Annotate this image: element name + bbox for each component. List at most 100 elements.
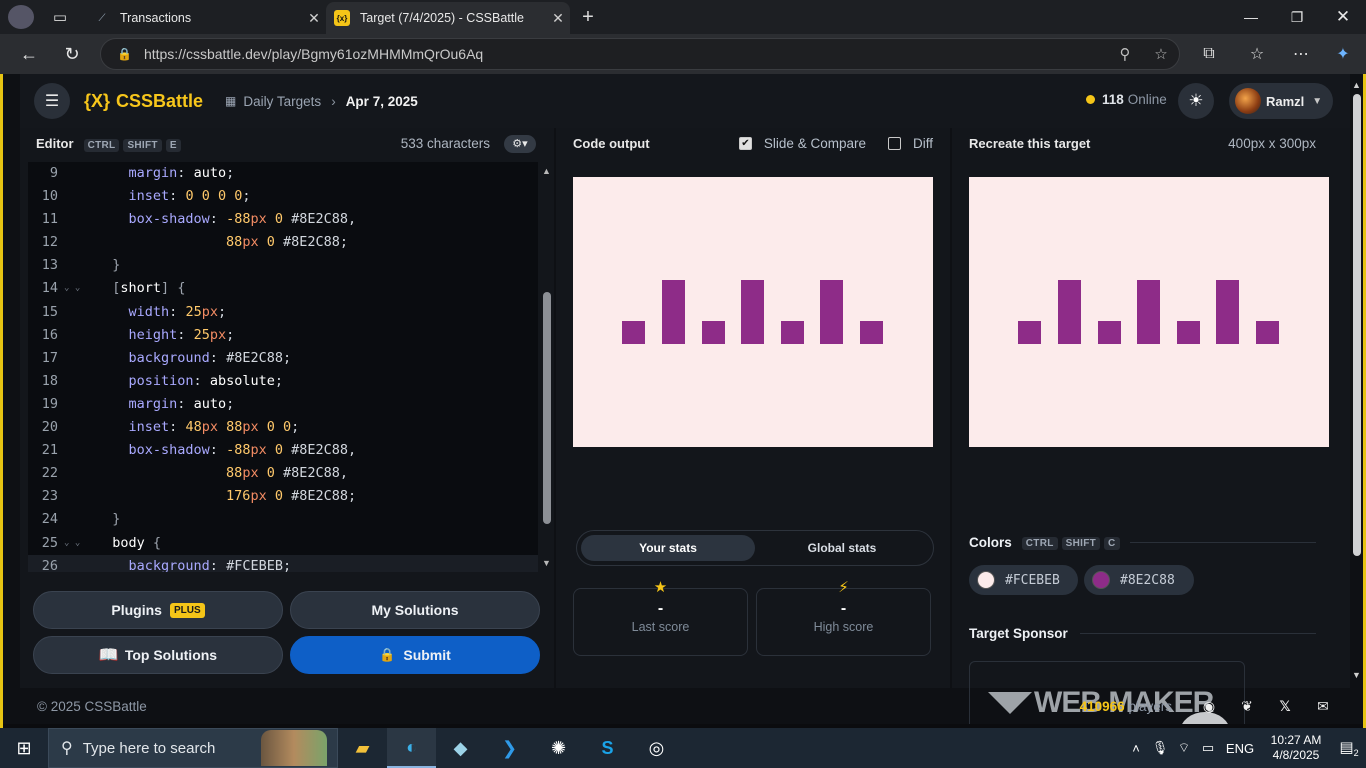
- color-swatch-2[interactable]: #8E2C88: [1084, 565, 1194, 595]
- calendar-icon: ▦: [225, 94, 237, 108]
- code-line[interactable]: 21 box-shadow: -88px 0 #8E2C88,: [28, 439, 538, 462]
- editor-settings-gear-icon[interactable]: ⚙▾: [504, 134, 536, 153]
- favorites-icon[interactable]: ☆: [1240, 40, 1274, 68]
- tab-your-stats[interactable]: Your stats: [581, 535, 755, 561]
- back-button[interactable]: ←: [14, 40, 44, 68]
- fold-chevron-icon[interactable]: ⌄ ⌄: [58, 277, 96, 300]
- profile-avatar-icon[interactable]: [8, 5, 34, 29]
- zoom-icon[interactable]: ⚲: [1107, 45, 1143, 63]
- scroll-down-icon[interactable]: ▼: [1352, 670, 1361, 680]
- file-explorer-icon[interactable]: ▰: [338, 728, 387, 768]
- output-canvas[interactable]: [573, 177, 933, 447]
- purple-block: [622, 321, 645, 344]
- app-icon[interactable]: ◆: [436, 728, 485, 768]
- new-tab-button[interactable]: +: [576, 2, 600, 32]
- network-icon[interactable]: ⌔: [1172, 740, 1196, 756]
- top-solutions-button[interactable]: 📖 Top Solutions: [33, 636, 283, 674]
- my-solutions-button[interactable]: My Solutions: [290, 591, 540, 629]
- vscode-icon[interactable]: ❯: [485, 728, 534, 768]
- restore-button[interactable]: ❐: [1274, 0, 1320, 34]
- scrollbar-thumb[interactable]: [1353, 94, 1361, 556]
- url-field[interactable]: 🔒 https://cssbattle.dev/play/Bgmy61ozMHM…: [100, 38, 1180, 70]
- code-line[interactable]: 23 176px 0 #8E2C88;: [28, 485, 538, 508]
- user-menu[interactable]: Ramzl ▼: [1229, 83, 1333, 119]
- sponsor-title: Target Sponsor: [969, 626, 1068, 641]
- theme-toggle-sun-icon[interactable]: ☀: [1178, 83, 1214, 119]
- tab-global-stats[interactable]: Global stats: [755, 535, 929, 561]
- purple-block: [1256, 321, 1279, 344]
- code-line[interactable]: 20 inset: 48px 88px 0 0;: [28, 416, 538, 439]
- gutter: [58, 555, 96, 572]
- code-line[interactable]: 22 88px 0 #8E2C88,: [28, 462, 538, 485]
- breadcrumb-daily-targets[interactable]: Daily Targets: [243, 94, 321, 109]
- code-line[interactable]: 25 ⌄ ⌄ body {: [28, 532, 538, 555]
- high-score-label: High score: [813, 620, 874, 634]
- chevron-up-icon[interactable]: ˄: [1124, 741, 1148, 756]
- checkbox-checked-icon[interactable]: ✔: [738, 137, 752, 150]
- skype-icon[interactable]: S: [583, 728, 632, 768]
- code-line[interactable]: 19 margin: auto;: [28, 393, 538, 416]
- editor-scrollbar[interactable]: ▲ ▼: [540, 162, 554, 572]
- language-indicator[interactable]: ENG: [1220, 741, 1260, 756]
- hamburger-menu-button[interactable]: ☰: [34, 83, 70, 119]
- cssbattle-logo[interactable]: {X} CSSBattle: [84, 91, 203, 112]
- close-window-button[interactable]: ✕: [1320, 0, 1366, 34]
- tab-actions-icon[interactable]: ▭: [48, 5, 72, 29]
- plugins-button[interactable]: Plugins PLUS: [33, 591, 283, 629]
- battery-icon[interactable]: ▭: [1196, 740, 1220, 756]
- close-icon[interactable]: ✕: [302, 10, 326, 27]
- obs-icon[interactable]: ◎: [632, 728, 681, 768]
- last-score-value: -: [657, 600, 664, 617]
- slide-compare-toggle[interactable]: ✔ Slide & Compare: [738, 136, 866, 151]
- x-twitter-icon[interactable]: 𝕏: [1266, 698, 1304, 715]
- code-line[interactable]: 12 88px 0 #8E2C88;: [28, 231, 538, 254]
- edge-browser-icon[interactable]: ◐: [387, 728, 436, 768]
- reload-button[interactable]: ↻: [57, 40, 87, 68]
- code-line[interactable]: 18 position: absolute;: [28, 370, 538, 393]
- search-highlight-image: [261, 730, 327, 766]
- code-line[interactable]: 16 height: 25px;: [28, 324, 538, 347]
- lock-icon[interactable]: 🔒: [117, 47, 132, 61]
- diff-toggle[interactable]: Diff: [887, 136, 933, 151]
- taskbar-search[interactable]: ⚲ Type here to search: [48, 728, 338, 768]
- scroll-up-icon[interactable]: ▲: [1352, 80, 1361, 90]
- page-scrollbar[interactable]: ▲ ▼: [1350, 74, 1363, 688]
- color-swatch-1[interactable]: #FCEBEB: [969, 565, 1078, 595]
- favorite-star-icon[interactable]: ☆: [1143, 45, 1179, 63]
- clock[interactable]: 10:27 AM 4/8/2025: [1260, 733, 1332, 763]
- code-line[interactable]: 13 }: [28, 254, 538, 277]
- tab-transactions[interactable]: ⟋ Transactions ✕: [86, 2, 326, 34]
- submit-button[interactable]: 🔒 Submit: [290, 636, 540, 674]
- tab-cssbattle[interactable]: {x} Target (7/4/2025) - CSSBattle ✕: [326, 2, 570, 34]
- fold-chevron-icon[interactable]: ⌄ ⌄: [58, 532, 96, 555]
- notifications-icon[interactable]: ▤2: [1332, 738, 1366, 758]
- windows-start-icon[interactable]: ⊞: [0, 728, 48, 768]
- code-line[interactable]: 15 width: 25px;: [28, 301, 538, 324]
- cssbattle-page: ☰ {X} CSSBattle ▦ Daily Targets › Apr 7,…: [3, 74, 1363, 724]
- scroll-up-icon[interactable]: ▲: [542, 166, 551, 176]
- mail-icon[interactable]: ✉: [1304, 698, 1342, 715]
- code-line[interactable]: 24 }: [28, 508, 538, 531]
- close-icon[interactable]: ✕: [546, 10, 570, 27]
- checkbox-unchecked-icon[interactable]: [887, 137, 901, 150]
- copilot-icon[interactable]: ✦: [1326, 40, 1360, 68]
- minimize-button[interactable]: —: [1228, 0, 1274, 34]
- chatgpt-icon[interactable]: ✺: [534, 728, 583, 768]
- microphone-icon[interactable]: 🎙: [1148, 740, 1172, 756]
- extensions-icon[interactable]: ⧉: [1192, 40, 1226, 68]
- divider: [1130, 542, 1316, 543]
- code-line[interactable]: 10 inset: 0 0 0 0;: [28, 185, 538, 208]
- code-editor[interactable]: 9 margin: auto; 10 inset: 0 0 0 0; 11 box-…: [28, 162, 538, 572]
- code-line[interactable]: 14 ⌄ ⌄ [short] {: [28, 277, 538, 300]
- more-menu-icon[interactable]: ⋯: [1284, 40, 1318, 68]
- code-line[interactable]: 26 background: #FCEBEB;: [28, 554, 538, 572]
- code-line[interactable]: 9 margin: auto;: [28, 162, 538, 185]
- discord-icon[interactable]: ◉: [1190, 698, 1228, 715]
- code-line[interactable]: 17 background: #8E2C88;: [28, 347, 538, 370]
- scrollbar-thumb[interactable]: [543, 292, 551, 524]
- bluesky-icon[interactable]: ❦: [1228, 698, 1266, 715]
- scroll-down-icon[interactable]: ▼: [542, 558, 551, 568]
- shortcut-key: C: [1104, 537, 1120, 550]
- code-line[interactable]: 11 box-shadow: -88px 0 #8E2C88,: [28, 208, 538, 231]
- target-image[interactable]: [969, 177, 1329, 447]
